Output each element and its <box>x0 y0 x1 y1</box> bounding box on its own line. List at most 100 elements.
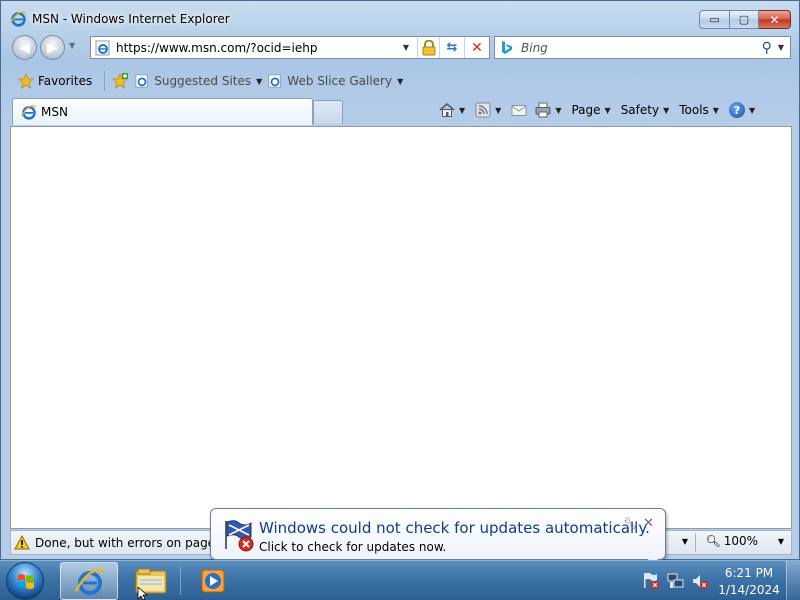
wrench-icon[interactable]: 🔧︎ <box>623 517 637 530</box>
bing-logo-icon <box>502 40 512 54</box>
taskbar-media-player[interactable] <box>183 562 241 600</box>
search-input[interactable]: Bing <box>521 41 762 55</box>
chevron-down-icon[interactable]: ▼ <box>495 106 501 115</box>
safety-menu-label: Safety <box>620 103 660 117</box>
page-menu-button[interactable]: Page ▼ <box>571 103 612 117</box>
refresh-icon: ⇆ <box>446 40 458 55</box>
favorites-separator <box>104 71 106 91</box>
back-button[interactable]: ◀ <box>12 35 37 60</box>
tools-menu-label: Tools <box>679 103 709 117</box>
print-button[interactable]: ▼ <box>535 102 563 118</box>
url-input[interactable]: https://www.msn.com/?ocid=iehp <box>116 41 403 55</box>
lock-icon <box>422 39 435 55</box>
safety-menu-button[interactable]: Safety ▼ <box>621 103 672 117</box>
chevron-down-icon: ▼ <box>256 76 263 86</box>
taskbar-windows-explorer[interactable] <box>122 562 180 600</box>
chevron-down-icon[interactable]: ▼ <box>555 106 561 115</box>
address-dropdown-icon[interactable]: ▼ <box>403 43 409 52</box>
caption-buttons: ▭ ▢ ✕ <box>699 10 791 29</box>
ie-logo-icon <box>10 11 27 27</box>
volume-muted-tray-icon[interactable] <box>691 572 709 590</box>
chevron-down-icon: ▼ <box>748 105 756 115</box>
refresh-button[interactable]: ⇆ <box>439 37 464 58</box>
web-slice-gallery-label: Web Slice Gallery <box>287 74 393 88</box>
rss-feed-icon <box>475 102 491 118</box>
action-center-flag-error-icon <box>225 520 254 552</box>
window-title: MSN - Windows Internet Explorer <box>32 12 230 26</box>
new-tab-button[interactable] <box>313 100 343 124</box>
favorites-label: Favorites <box>38 74 93 88</box>
suggested-sites-link[interactable]: Suggested Sites ▼ <box>135 74 262 88</box>
chevron-down-icon: ▼ <box>712 105 719 115</box>
command-bar: ▼ ▼ ▼ Page ▼ Safety ▼ Tools ▼ ? ▼ <box>439 99 765 121</box>
minimize-button[interactable]: ▭ <box>699 10 730 29</box>
security-lock-button[interactable] <box>417 37 439 58</box>
status-text: Done, but with errors on page. <box>35 535 219 550</box>
maximize-icon: ▢ <box>738 13 750 26</box>
page-ie-icon <box>135 74 148 88</box>
chevron-down-icon: ▼ <box>397 76 404 86</box>
network-tray-icon[interactable] <box>667 572 685 590</box>
page-ie-icon <box>95 40 110 55</box>
tools-menu-button[interactable]: Tools ▼ <box>679 103 721 117</box>
forward-button[interactable]: ▶ <box>40 35 65 60</box>
stop-button[interactable]: ✕ <box>464 37 489 58</box>
zoom-button[interactable]: 🔍︎ 100% <box>705 534 758 548</box>
balloon-title: Windows could not check for updates auto… <box>259 519 650 537</box>
status-separator <box>695 533 696 552</box>
ie-logo-icon <box>21 105 37 120</box>
ie-window: MSN - Windows Internet Explorer ▭ ▢ ✕ ◀ … <box>0 0 800 560</box>
favorites-bar: Favorites Suggested Sites ▼ Web Slice Ga… <box>10 67 792 95</box>
search-box[interactable]: Bing ⚲ ▼ <box>494 36 791 59</box>
close-button[interactable]: ✕ <box>759 10 791 29</box>
arrow-left-icon: ◀ <box>19 39 30 56</box>
close-icon: ✕ <box>769 12 780 27</box>
protected-mode-dropdown-icon[interactable]: ▼ <box>682 537 688 546</box>
web-slice-gallery-link[interactable]: Web Slice Gallery ▼ <box>268 74 403 88</box>
printer-icon <box>535 102 551 118</box>
chevron-down-icon: ▼ <box>663 105 670 115</box>
help-icon: ? <box>728 102 745 118</box>
chevron-down-icon: ▼ <box>604 105 611 115</box>
chevron-down-icon[interactable]: ▼ <box>459 106 465 115</box>
media-player-icon <box>201 569 225 593</box>
suggested-sites-label: Suggested Sites <box>154 74 252 88</box>
taskbar-internet-explorer[interactable] <box>60 562 118 600</box>
search-magnifier-icon[interactable]: ⚲ <box>762 40 772 56</box>
mail-icon <box>511 105 527 116</box>
folder-icon <box>135 568 167 594</box>
tab-msn[interactable]: MSN <box>12 98 313 125</box>
help-menu-button[interactable]: ? ▼ <box>728 102 757 118</box>
add-to-favorites-icon[interactable] <box>111 72 129 90</box>
zoom-icon: 🔍︎ <box>705 534 721 548</box>
zoom-dropdown-icon[interactable]: ▼ <box>778 537 784 546</box>
tab-label: MSN <box>41 105 68 119</box>
page-ie-icon <box>268 74 281 88</box>
clock-time: 6:21 PM <box>724 566 774 580</box>
read-mail-button[interactable] <box>511 102 527 118</box>
address-bar[interactable]: https://www.msn.com/?ocid=iehp ▼ ⇆ ✕ <box>90 36 490 59</box>
system-clock[interactable]: 6:21 PM 1/14/2024 <box>716 565 782 599</box>
home-button[interactable]: ▼ <box>439 102 467 118</box>
maximize-button[interactable]: ▢ <box>730 10 759 29</box>
ie-logo-icon <box>74 569 105 595</box>
arrow-right-icon: ▶ <box>47 39 58 56</box>
action-center-tray-icon[interactable] <box>642 571 660 589</box>
search-options-dropdown-icon[interactable]: ▼ <box>778 43 784 52</box>
mouse-cursor-icon <box>137 587 149 600</box>
balloon-close-icon[interactable]: ✕ <box>643 516 654 531</box>
title-bar[interactable]: MSN - Windows Internet Explorer ▭ ▢ ✕ <box>1 1 799 37</box>
show-desktop-button[interactable] <box>786 561 800 600</box>
windows-logo-icon <box>18 574 34 589</box>
update-notification-balloon[interactable]: Windows could not check for updates auto… <box>210 508 666 560</box>
start-button[interactable] <box>6 562 44 600</box>
stop-icon: ✕ <box>471 39 483 56</box>
feeds-button[interactable]: ▼ <box>475 102 503 118</box>
balloon-subtitle: Click to check for updates now. <box>259 540 447 554</box>
taskbar-separator <box>180 567 181 595</box>
recent-pages-dropdown[interactable]: ▼ <box>69 41 75 50</box>
favorites-button[interactable]: Favorites <box>10 73 92 89</box>
page-content[interactable] <box>10 126 792 529</box>
clock-date: 1/14/2024 <box>718 583 780 597</box>
warning-icon[interactable] <box>14 535 30 550</box>
